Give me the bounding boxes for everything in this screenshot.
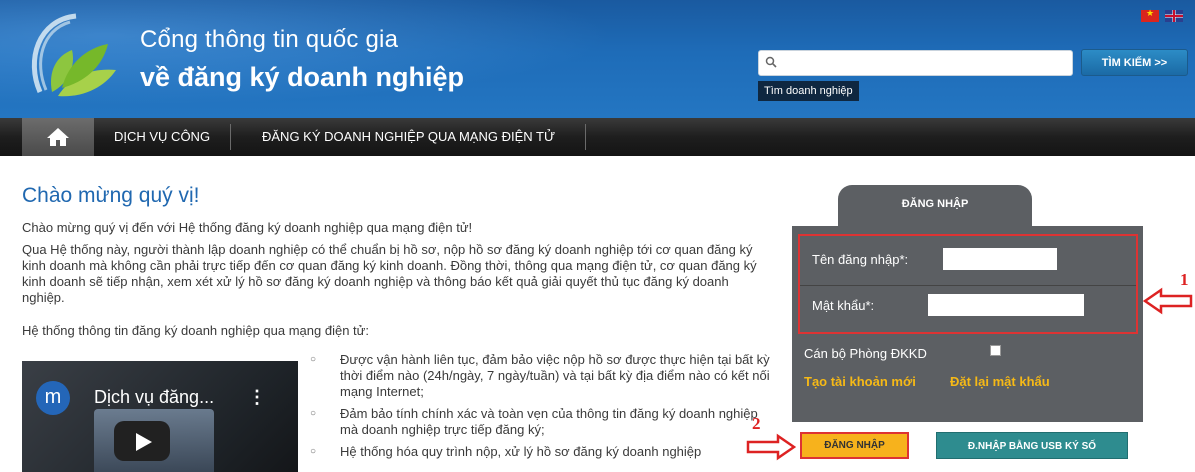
nav-item-dich-vu-cong[interactable]: DỊCH VỤ CÔNG (114, 118, 210, 156)
bullet-icon: ○ (310, 408, 317, 419)
feature-list: ○ Được vận hành liên tục, đảm bảo việc n… (300, 352, 770, 466)
login-fields-highlight: Tên đăng nhập*: Mật khẩu*: (798, 234, 1138, 334)
page-title: Chào mừng quý vị! (22, 184, 200, 207)
channel-avatar: m (36, 381, 70, 415)
play-button-icon[interactable] (114, 421, 170, 461)
video-player[interactable]: m Dịch vụ đăng... ⋮ (22, 361, 298, 472)
site-header: Cổng thông tin quốc gia về đăng ký doanh… (0, 0, 1195, 118)
intro-paragraph: Chào mừng quý vị đến với Hệ thống đăng k… (22, 220, 473, 235)
list-item-text: Hệ thống hóa quy trình nộp, xử lý hồ sơ … (340, 444, 702, 459)
list-item-text: Được vận hành liên tục, đảm bảo việc nộp… (340, 352, 770, 399)
search-button[interactable]: TÌM KIẾM >> (1081, 49, 1188, 76)
reset-password-link[interactable]: Đặt lại mật khẩu (950, 374, 1050, 389)
field-divider (800, 285, 1136, 286)
search-hint: Tìm doanh nghiệp (758, 81, 859, 101)
username-input[interactable] (943, 248, 1057, 270)
bullet-icon: ○ (310, 446, 317, 457)
site-logo-icon[interactable] (18, 10, 130, 110)
search-icon (765, 56, 777, 68)
main-nav: DỊCH VỤ CÔNG ĐĂNG KÝ DOANH NGHIỆP QUA MẠ… (0, 118, 1195, 156)
site-title-line1: Cổng thông tin quốc gia (140, 26, 399, 53)
video-title[interactable]: Dịch vụ đăng... (94, 387, 214, 408)
search-input[interactable] (781, 53, 1069, 73)
description-paragraph: Qua Hệ thống này, người thành lập doanh … (22, 242, 757, 305)
list-item: ○ Đảm bảo tính chính xác và toàn vẹn của… (300, 406, 770, 438)
annotation-marker-2: 2 (752, 414, 761, 433)
more-options-icon[interactable]: ⋮ (248, 387, 266, 408)
password-input[interactable] (928, 294, 1084, 316)
site-title-line2: về đăng ký doanh nghiệp (140, 62, 465, 92)
vietnam-flag-icon[interactable] (1141, 9, 1159, 22)
password-label: Mật khẩu*: (812, 298, 875, 313)
officer-checkbox[interactable] (990, 345, 1001, 356)
nav-home-button[interactable] (22, 118, 94, 156)
login-tab: ĐĂNG NHẬP (838, 185, 1032, 231)
annotation-arrow-1-icon (1143, 287, 1193, 315)
nav-item-dang-ky-doanh-nghiep[interactable]: ĐĂNG KÝ DOANH NGHIỆP QUA MẠNG ĐIỆN TỬ (262, 118, 555, 156)
list-item: ○ Được vận hành liên tục, đảm bảo việc n… (300, 352, 770, 400)
language-switcher (1141, 9, 1183, 22)
nav-divider (585, 124, 586, 150)
list-item: ○ Hệ thống hóa quy trình nộp, xử lý hồ s… (300, 444, 770, 460)
nav-divider (230, 124, 231, 150)
list-item-text: Đảm bảo tính chính xác và toàn vẹn của t… (340, 406, 758, 437)
search-box (758, 50, 1073, 76)
username-label: Tên đăng nhập*: (812, 252, 909, 267)
usb-login-button[interactable]: Đ.NHẬP BẰNG USB KÝ SỐ (936, 432, 1128, 459)
create-account-link[interactable]: Tạo tài khoản mới (804, 374, 916, 389)
annotation-arrow-2-icon (746, 433, 796, 461)
bullet-icon: ○ (310, 354, 317, 365)
uk-flag-icon[interactable] (1165, 10, 1183, 22)
login-button[interactable]: ĐĂNG NHẬP (800, 432, 909, 459)
officer-checkbox-label: Cán bộ Phòng ĐKKD (804, 346, 927, 361)
system-heading: Hệ thống thông tin đăng ký doanh nghiệp … (22, 323, 369, 338)
home-icon (47, 128, 69, 146)
